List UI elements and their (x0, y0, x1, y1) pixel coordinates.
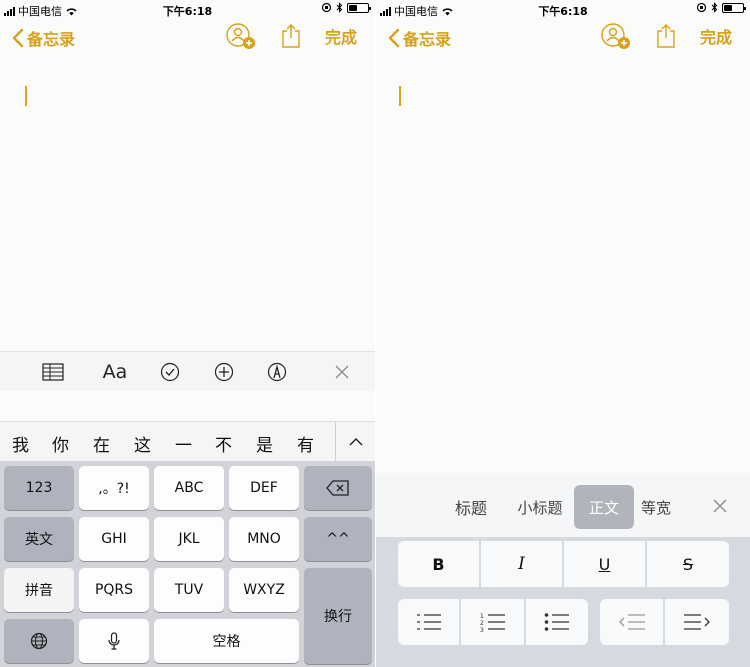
candidate-word[interactable]: 这 (134, 431, 151, 456)
key-pqrs[interactable]: PQRS (79, 568, 149, 612)
svg-text:3: 3 (480, 627, 484, 632)
dashed-list-icon (416, 614, 441, 630)
delete-icon (326, 480, 349, 496)
bluetooth-icon (711, 2, 718, 13)
expand-candidates-button[interactable] (335, 422, 375, 462)
indent-icon (684, 614, 710, 630)
candidate-word[interactable]: 不 (215, 431, 232, 456)
paragraph-style-row: 标题 小标题 正文 等宽 (376, 473, 750, 537)
table-icon[interactable] (41, 361, 65, 383)
keyboard: 123 ,。?! ABC DEF 英文 GHI JKL MNO ^^ 拼音 PQ… (0, 461, 375, 667)
delete-key[interactable] (304, 466, 372, 510)
style-monospaced[interactable]: 等宽 (636, 485, 676, 529)
svg-text:2: 2 (480, 620, 484, 627)
dashed-list-button[interactable] (398, 599, 460, 645)
status-bar: 中国电信 下午6:18 (376, 0, 750, 18)
microphone-icon (108, 632, 120, 650)
chevron-left-icon (388, 28, 400, 48)
battery-icon (347, 2, 371, 13)
key-123[interactable]: 123 (4, 466, 74, 510)
candidate-word[interactable]: 有 (297, 431, 314, 456)
return-key[interactable]: 换行 (304, 568, 372, 664)
style-heading[interactable]: 小标题 (510, 485, 570, 529)
bulleted-list-icon (544, 613, 569, 631)
key-punctuation[interactable]: ,。?! (79, 466, 149, 510)
key-jkl[interactable]: JKL (154, 517, 224, 561)
markup-icon[interactable] (265, 361, 289, 383)
right-notes-screen: 中国电信 下午6:18 备忘录 完成 标题 小标题 正文 等宽 B I U S … (376, 0, 750, 667)
back-button[interactable]: 备忘录 (12, 26, 75, 50)
key-mno[interactable]: MNO (229, 517, 299, 561)
nav-bar: 备忘录 完成 (376, 20, 750, 56)
done-button[interactable]: 完成 (700, 24, 732, 48)
done-button[interactable]: 完成 (325, 24, 357, 48)
key-pinyin[interactable]: 拼音 (4, 568, 74, 612)
space-key[interactable]: 空格 (154, 619, 299, 663)
svg-text:1: 1 (480, 613, 484, 620)
share-icon[interactable] (656, 23, 676, 49)
status-bar: 中国电信 下午6:18 (0, 0, 375, 18)
dictation-key[interactable] (79, 619, 149, 663)
back-label: 备忘录 (27, 30, 76, 49)
key-abc[interactable]: ABC (154, 466, 224, 510)
numbered-list-icon: 123 (480, 613, 505, 632)
italic-button[interactable]: I (481, 541, 563, 587)
status-time: 下午6:18 (538, 5, 588, 18)
close-icon[interactable] (712, 498, 728, 514)
style-title[interactable]: 标题 (446, 485, 496, 529)
text-cursor (25, 86, 27, 106)
add-people-icon[interactable] (600, 22, 632, 50)
text-format-icon[interactable]: Aa (101, 361, 129, 383)
candidate-word[interactable]: 你 (52, 431, 69, 456)
format-toolbar: Aa (0, 351, 375, 391)
bulleted-list-button[interactable] (526, 599, 588, 645)
orientation-lock-icon (696, 2, 707, 13)
chevron-left-icon (12, 28, 24, 48)
candidate-bar: 我 你 在 这 一 不 是 有 (0, 421, 375, 462)
key-ghi[interactable]: GHI (79, 517, 149, 561)
add-icon[interactable] (212, 361, 236, 383)
add-people-icon[interactable] (225, 22, 257, 50)
checklist-icon[interactable] (158, 361, 182, 383)
key-wxyz[interactable]: WXYZ (229, 568, 299, 612)
battery-icon (722, 2, 746, 13)
status-time: 下午6:18 (162, 5, 213, 18)
outdent-icon (618, 614, 645, 630)
underline-button[interactable]: U (564, 541, 646, 587)
left-notes-screen: 中国电信 下午6:18 备忘录 完成 Aa 我 你 在 这 一 不 是 有 12… (0, 0, 375, 667)
decrease-indent-button[interactable] (600, 599, 664, 645)
key-def[interactable]: DEF (229, 466, 299, 510)
candidate-word[interactable]: 我 (12, 431, 29, 456)
globe-key[interactable] (4, 619, 74, 663)
bold-button[interactable]: B (398, 541, 480, 587)
key-emoticon[interactable]: ^^ (304, 517, 372, 561)
candidate-word[interactable]: 一 (175, 431, 192, 456)
style-body[interactable]: 正文 (574, 485, 634, 529)
close-icon[interactable] (330, 361, 354, 383)
orientation-lock-icon (321, 2, 332, 13)
globe-icon (30, 632, 48, 650)
text-format-panel: 标题 小标题 正文 等宽 B I U S 123 (376, 473, 750, 667)
back-button[interactable]: 备忘录 (388, 26, 451, 50)
key-english[interactable]: 英文 (4, 517, 74, 561)
candidate-word[interactable]: 是 (256, 431, 273, 456)
share-icon[interactable] (281, 23, 301, 49)
nav-bar: 备忘录 完成 (0, 20, 375, 56)
text-cursor (399, 86, 401, 106)
strikethrough-button[interactable]: S (647, 541, 729, 587)
increase-indent-button[interactable] (665, 599, 729, 645)
numbered-list-button[interactable]: 123 (461, 599, 525, 645)
back-label: 备忘录 (403, 30, 452, 49)
candidate-word[interactable]: 在 (93, 431, 110, 456)
chevron-up-icon (349, 438, 362, 446)
key-tuv[interactable]: TUV (154, 568, 224, 612)
bluetooth-icon (336, 2, 343, 13)
